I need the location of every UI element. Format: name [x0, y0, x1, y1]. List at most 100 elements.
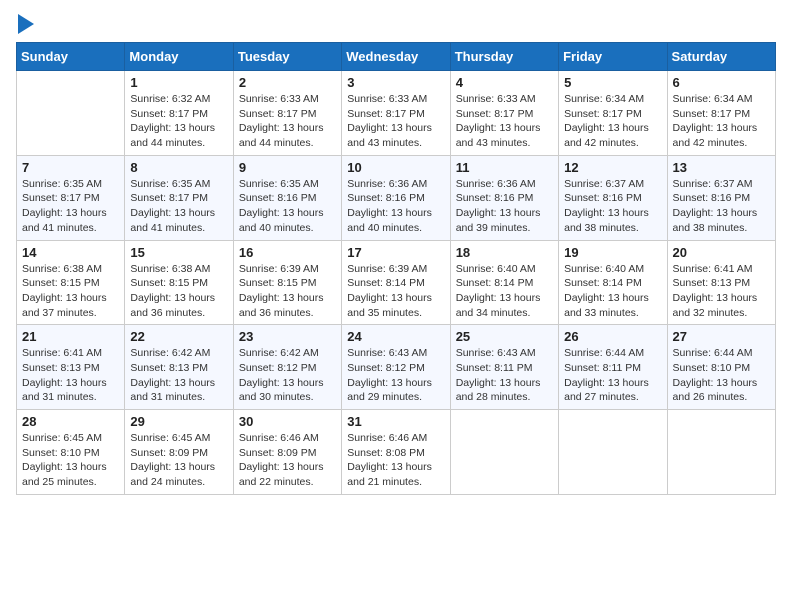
calendar-cell: 25Sunrise: 6:43 AMSunset: 8:11 PMDayligh…	[450, 325, 558, 410]
logo	[16, 16, 34, 34]
day-info: Sunrise: 6:46 AMSunset: 8:08 PMDaylight:…	[347, 431, 444, 490]
day-info: Sunrise: 6:45 AMSunset: 8:09 PMDaylight:…	[130, 431, 227, 490]
calendar-cell: 11 Sunrise: 6:36 AMSunset: 8:16 PMDayligh…	[450, 155, 558, 240]
calendar-cell: 21 Sunrise: 6:41 AMSunset: 8:13 PMDayligh…	[17, 325, 125, 410]
calendar-cell: 29 Sunrise: 6:45 AMSunset: 8:09 PMDayligh…	[125, 410, 233, 495]
day-number: 19	[564, 245, 661, 260]
logo-arrow-icon	[18, 14, 34, 34]
calendar-header-row: SundayMondayTuesdayWednesdayThursdayFrid…	[17, 43, 776, 71]
day-info: Sunrise: 6:39 AMSunset: 8:15 PMDaylight:…	[239, 262, 336, 321]
day-number: 21	[22, 329, 119, 344]
day-info: Sunrise: 6:33 AMSunset: 8:17 PMDaylight:…	[456, 92, 553, 151]
column-header-monday: Monday	[125, 43, 233, 71]
calendar-cell: 5 Sunrise: 6:34 AMSunset: 8:17 PMDaylight…	[559, 71, 667, 156]
page-header	[16, 16, 776, 34]
calendar-cell: 13Sunrise: 6:37 AMSunset: 8:16 PMDayligh…	[667, 155, 775, 240]
day-number: 26	[564, 329, 661, 344]
day-info: Sunrise: 6:33 AMSunset: 8:17 PMDaylight:…	[347, 92, 444, 151]
day-number: 16	[239, 245, 336, 260]
day-number: 14	[22, 245, 119, 260]
column-header-sunday: Sunday	[17, 43, 125, 71]
calendar-cell: 3 Sunrise: 6:33 AMSunset: 8:17 PMDaylight…	[342, 71, 450, 156]
day-number: 28	[22, 414, 119, 429]
calendar-cell: 24Sunrise: 6:43 AMSunset: 8:12 PMDayligh…	[342, 325, 450, 410]
day-number: 31	[347, 414, 444, 429]
day-number: 8	[130, 160, 227, 175]
calendar-cell: 12 Sunrise: 6:37 AMSunset: 8:16 PMDayligh…	[559, 155, 667, 240]
day-info: Sunrise: 6:32 AMSunset: 8:17 PMDaylight:…	[130, 92, 227, 151]
day-info: Sunrise: 6:36 AMSunset: 8:16 PMDaylight:…	[456, 177, 553, 236]
calendar-cell: 30 Sunrise: 6:46 AMSunset: 8:09 PMDayligh…	[233, 410, 341, 495]
calendar-cell: 26 Sunrise: 6:44 AMSunset: 8:11 PMDayligh…	[559, 325, 667, 410]
day-number: 27	[673, 329, 770, 344]
day-number: 17	[347, 245, 444, 260]
day-info: Sunrise: 6:38 AMSunset: 8:15 PMDaylight:…	[130, 262, 227, 321]
day-info: Sunrise: 6:37 AMSunset: 8:16 PMDaylight:…	[564, 177, 661, 236]
day-number: 2	[239, 75, 336, 90]
day-number: 9	[239, 160, 336, 175]
day-info: Sunrise: 6:35 AMSunset: 8:17 PMDaylight:…	[22, 177, 119, 236]
day-info: Sunrise: 6:34 AMSunset: 8:17 PMDaylight:…	[564, 92, 661, 151]
calendar-cell: 17 Sunrise: 6:39 AMSunset: 8:14 PMDayligh…	[342, 240, 450, 325]
day-info: Sunrise: 6:45 AMSunset: 8:10 PMDaylight:…	[22, 431, 119, 490]
column-header-wednesday: Wednesday	[342, 43, 450, 71]
day-number: 3	[347, 75, 444, 90]
calendar-cell: 6 Sunrise: 6:34 AMSunset: 8:17 PMDaylight…	[667, 71, 775, 156]
day-info: Sunrise: 6:41 AMSunset: 8:13 PMDaylight:…	[673, 262, 770, 321]
day-info: Sunrise: 6:39 AMSunset: 8:14 PMDaylight:…	[347, 262, 444, 321]
day-info: Sunrise: 6:44 AMSunset: 8:11 PMDaylight:…	[564, 346, 661, 405]
day-number: 20	[673, 245, 770, 260]
calendar-week-row: 7 Sunrise: 6:35 AMSunset: 8:17 PMDaylight…	[17, 155, 776, 240]
day-info: Sunrise: 6:40 AMSunset: 8:14 PMDaylight:…	[564, 262, 661, 321]
day-number: 6	[673, 75, 770, 90]
day-info: Sunrise: 6:40 AMSunset: 8:14 PMDaylight:…	[456, 262, 553, 321]
calendar-cell: 1 Sunrise: 6:32 AMSunset: 8:17 PMDaylight…	[125, 71, 233, 156]
calendar-cell: 8Sunrise: 6:35 AMSunset: 8:17 PMDaylight…	[125, 155, 233, 240]
calendar-cell: 16 Sunrise: 6:39 AMSunset: 8:15 PMDayligh…	[233, 240, 341, 325]
day-info: Sunrise: 6:33 AMSunset: 8:17 PMDaylight:…	[239, 92, 336, 151]
day-number: 15	[130, 245, 227, 260]
day-number: 10	[347, 160, 444, 175]
day-info: Sunrise: 6:44 AMSunset: 8:10 PMDaylight:…	[673, 346, 770, 405]
calendar-cell: 28 Sunrise: 6:45 AMSunset: 8:10 PMDayligh…	[17, 410, 125, 495]
calendar-week-row: 28 Sunrise: 6:45 AMSunset: 8:10 PMDayligh…	[17, 410, 776, 495]
calendar-cell: 23 Sunrise: 6:42 AMSunset: 8:12 PMDayligh…	[233, 325, 341, 410]
day-info: Sunrise: 6:35 AMSunset: 8:16 PMDaylight:…	[239, 177, 336, 236]
calendar-cell: 18 Sunrise: 6:40 AMSunset: 8:14 PMDayligh…	[450, 240, 558, 325]
day-number: 29	[130, 414, 227, 429]
day-info: Sunrise: 6:42 AMSunset: 8:12 PMDaylight:…	[239, 346, 336, 405]
calendar-cell: 15 Sunrise: 6:38 AMSunset: 8:15 PMDayligh…	[125, 240, 233, 325]
calendar-cell: 4 Sunrise: 6:33 AMSunset: 8:17 PMDaylight…	[450, 71, 558, 156]
day-info: Sunrise: 6:36 AMSunset: 8:16 PMDaylight:…	[347, 177, 444, 236]
day-info: Sunrise: 6:34 AMSunset: 8:17 PMDaylight:…	[673, 92, 770, 151]
day-number: 5	[564, 75, 661, 90]
column-header-saturday: Saturday	[667, 43, 775, 71]
calendar-cell: 20 Sunrise: 6:41 AMSunset: 8:13 PMDayligh…	[667, 240, 775, 325]
calendar-cell: 22Sunrise: 6:42 AMSunset: 8:13 PMDayligh…	[125, 325, 233, 410]
day-number: 23	[239, 329, 336, 344]
day-info: Sunrise: 6:41 AMSunset: 8:13 PMDaylight:…	[22, 346, 119, 405]
calendar-table: SundayMondayTuesdayWednesdayThursdayFrid…	[16, 42, 776, 495]
day-number: 11	[456, 160, 553, 175]
day-info: Sunrise: 6:43 AMSunset: 8:11 PMDaylight:…	[456, 346, 553, 405]
day-number: 1	[130, 75, 227, 90]
day-number: 30	[239, 414, 336, 429]
calendar-cell: 2 Sunrise: 6:33 AMSunset: 8:17 PMDaylight…	[233, 71, 341, 156]
calendar-cell	[450, 410, 558, 495]
column-header-thursday: Thursday	[450, 43, 558, 71]
calendar-cell: 9 Sunrise: 6:35 AMSunset: 8:16 PMDaylight…	[233, 155, 341, 240]
day-info: Sunrise: 6:42 AMSunset: 8:13 PMDaylight:…	[130, 346, 227, 405]
day-number: 12	[564, 160, 661, 175]
calendar-cell: 31 Sunrise: 6:46 AMSunset: 8:08 PMDayligh…	[342, 410, 450, 495]
calendar-week-row: 21 Sunrise: 6:41 AMSunset: 8:13 PMDayligh…	[17, 325, 776, 410]
calendar-cell: 14 Sunrise: 6:38 AMSunset: 8:15 PMDayligh…	[17, 240, 125, 325]
calendar-cell: 19 Sunrise: 6:40 AMSunset: 8:14 PMDayligh…	[559, 240, 667, 325]
day-number: 7	[22, 160, 119, 175]
day-number: 4	[456, 75, 553, 90]
day-info: Sunrise: 6:46 AMSunset: 8:09 PMDaylight:…	[239, 431, 336, 490]
day-info: Sunrise: 6:38 AMSunset: 8:15 PMDaylight:…	[22, 262, 119, 321]
day-number: 18	[456, 245, 553, 260]
calendar-cell: 10 Sunrise: 6:36 AMSunset: 8:16 PMDayligh…	[342, 155, 450, 240]
column-header-tuesday: Tuesday	[233, 43, 341, 71]
calendar-cell	[559, 410, 667, 495]
